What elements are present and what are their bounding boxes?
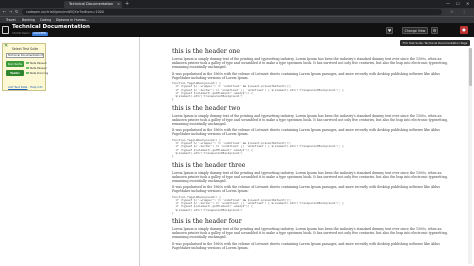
editor-panel: ✕ Select Test Suite Technical Documentat…: [0, 37, 140, 266]
reload-icon[interactable]: ↻: [15, 8, 18, 16]
star-icon[interactable]: ☆: [450, 8, 454, 16]
pro-badge: CODEPEN: [31, 32, 48, 36]
fcc-suite-tag[interactable]: FCC Test Suite: Technical Documentation …: [400, 40, 470, 46]
pen-title[interactable]: Technical Documentation: [12, 24, 90, 31]
doc-section: this is the header three Lorem Ipsum is …: [172, 162, 456, 216]
section-paragraph: Lorem Ipsum is simply dummy text of the …: [172, 57, 448, 69]
close-window-icon[interactable]: ✕: [466, 0, 469, 8]
section-paragraph: Lorem Ipsum is simply dummy text of the …: [172, 170, 448, 183]
section-paragraph: Lorem Ipsum is simply dummy text of the …: [172, 227, 448, 240]
url-input[interactable]: codepen.io/ctrlalt/pen/mdWQYzr?editors=1…: [22, 9, 442, 15]
check-label: Tests Passed: [29, 61, 47, 65]
section-paragraph: It was popularised in the 1960s with the…: [172, 128, 440, 137]
tab-title: Technical Documentation: [69, 2, 114, 6]
fcc-test-suite-panel: ✕ Select Test Suite Technical Documentat…: [2, 43, 48, 91]
check-label: Tests Passed: [29, 66, 47, 70]
run-suite-button[interactable]: Run Suite: [6, 61, 24, 67]
browser-tab[interactable]: Technical Documentation ×: [64, 1, 122, 8]
content-scrollbar[interactable]: [468, 48, 472, 264]
check-label: Tests Running: [29, 71, 49, 75]
settings-icon[interactable]: ⚙: [431, 27, 438, 34]
documentation-content: this is the header one Lorem Ipsum is si…: [172, 48, 456, 266]
codepen-logo-icon[interactable]: [2, 26, 9, 34]
check-icon: [26, 66, 29, 70]
check-icon: [26, 71, 29, 75]
check-icon: [26, 61, 29, 65]
suite-title: Select Test Suite: [11, 47, 39, 51]
add-test-data-link[interactable]: Add Test Data: [8, 85, 27, 89]
suite-select[interactable]: Technical Documentation Page: [6, 53, 44, 58]
section-header: this is the header two: [172, 104, 241, 112]
forward-icon[interactable]: →: [9, 8, 12, 16]
code-block: function ToggleBackground() { if (typeof…: [172, 81, 344, 102]
check-row: Tests Passed: [26, 66, 46, 70]
section-paragraph: It was popularised in the 1960s with the…: [172, 241, 440, 250]
code-block: function ToggleBackground() { if (typeof…: [172, 194, 344, 216]
browser-tab-bar: Technical Documentation × + — ☐ ✕: [0, 0, 474, 8]
avatar[interactable]: ●: [460, 26, 468, 34]
address-bar: ← → ↻ codepen.io/ctrlalt/pen/mdWQYzr?edi…: [0, 8, 474, 16]
new-tab-button[interactable]: +: [125, 1, 129, 7]
tests-button[interactable]: Tests: 16/16: [6, 70, 24, 81]
doc-section: this is the header two Lorem Ipsum is si…: [172, 105, 456, 159]
maximize-icon[interactable]: ☐: [456, 0, 460, 8]
check-row: Tests Running: [26, 71, 48, 75]
minimize-icon[interactable]: —: [446, 0, 450, 8]
pen-author: CtrlAlt Demo CODEPEN: [12, 31, 48, 36]
section-paragraph: It was popularised in the 1960s with the…: [172, 71, 440, 80]
back-icon[interactable]: ←: [3, 8, 6, 16]
section-header: this is the header one: [172, 48, 241, 55]
change-view-button[interactable]: Change View: [402, 27, 428, 34]
section-paragraph: Lorem Ipsum is simply dummy text of the …: [172, 113, 448, 126]
tab-close-icon[interactable]: ×: [117, 1, 120, 8]
section-header: this is the header three: [172, 161, 246, 169]
app-header: Technical Documentation CtrlAlt Demo COD…: [0, 23, 474, 37]
doc-section: this is the header four Lorem Ipsum is s…: [172, 218, 456, 250]
section-paragraph: It was popularised in the 1960s with the…: [172, 185, 440, 194]
heart-icon[interactable]: ♥: [386, 27, 393, 34]
doc-section: this is the header one Lorem Ipsum is si…: [172, 48, 456, 102]
section-header: this is the header four: [172, 218, 242, 226]
check-row: Tests Passed: [26, 61, 46, 65]
scroll-thumb[interactable]: [468, 48, 472, 86]
author-name[interactable]: CtrlAlt Demo: [12, 31, 30, 35]
code-block: function ToggleBackground() { if (typeof…: [172, 137, 344, 159]
menu-icon[interactable]: ⋮: [462, 8, 466, 16]
bookmarks-bar: Travel Banking Coding Diploma in Human..…: [0, 16, 474, 23]
help-link[interactable]: Help Info: [30, 85, 43, 89]
